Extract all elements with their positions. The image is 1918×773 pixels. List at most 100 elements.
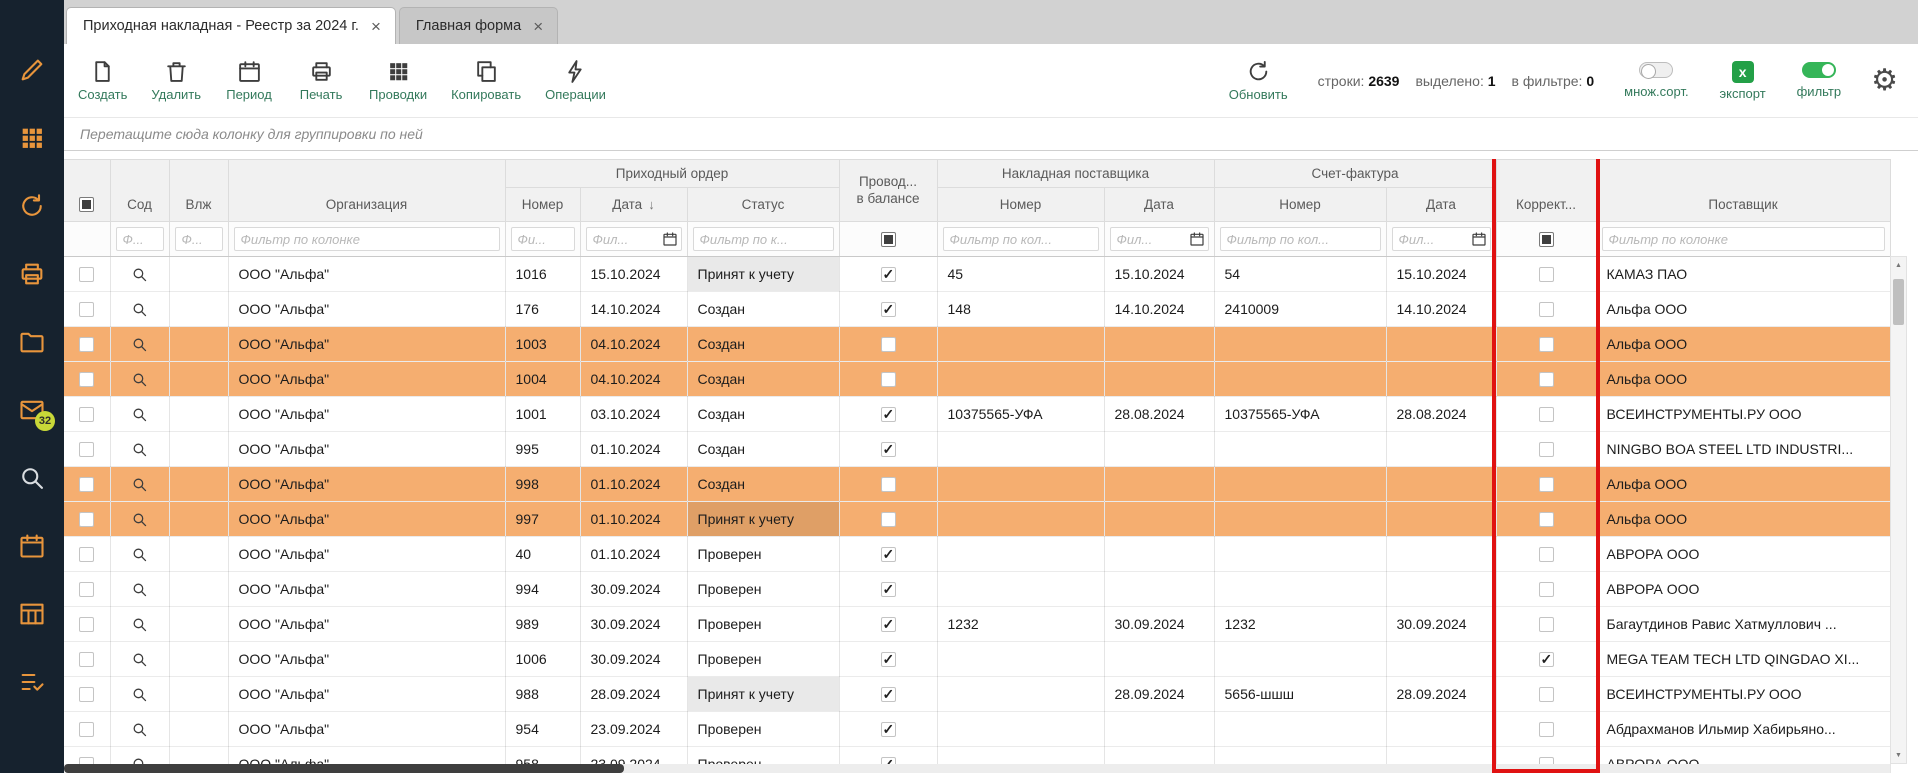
row-select-checkbox[interactable]: [79, 302, 94, 317]
column-header-in-balance[interactable]: Провод...в балансе: [839, 160, 937, 222]
group-by-bar[interactable]: Перетащите сюда колонку для группировки …: [64, 117, 1918, 151]
magnifier-icon[interactable]: [111, 546, 169, 563]
group-header-vat-invoice[interactable]: Счет-фактура: [1214, 160, 1496, 188]
sync-icon[interactable]: [18, 192, 46, 220]
vertical-scrollbar[interactable]: ▲ ▼: [1890, 256, 1907, 764]
in-balance-checkbox[interactable]: [881, 267, 896, 282]
correction-checkbox[interactable]: [1539, 372, 1554, 387]
correction-checkbox[interactable]: [1539, 547, 1554, 562]
operations-button[interactable]: Операции: [545, 59, 606, 102]
correction-checkbox[interactable]: [1539, 267, 1554, 282]
row-select-checkbox[interactable]: [79, 582, 94, 597]
mail-icon[interactable]: 32: [18, 396, 46, 424]
row-select-checkbox[interactable]: [79, 372, 94, 387]
refresh-button[interactable]: Обновить: [1229, 59, 1288, 102]
table-row[interactable]: ООО "Альфа"17614.10.2024Создан14814.10.2…: [64, 292, 1890, 327]
row-select-checkbox[interactable]: [79, 512, 94, 527]
magnifier-icon[interactable]: [111, 686, 169, 703]
table-row[interactable]: ООО "Альфа"4001.10.2024ПроверенАВРОРА ОО…: [64, 537, 1890, 572]
magnifier-icon[interactable]: [111, 266, 169, 283]
correction-checkbox[interactable]: [1539, 442, 1554, 457]
correction-checkbox[interactable]: [1539, 722, 1554, 737]
in-balance-checkbox[interactable]: [881, 477, 896, 492]
correction-checkbox[interactable]: [1539, 617, 1554, 632]
scroll-down-icon[interactable]: ▼: [1891, 747, 1906, 763]
column-header-supplier[interactable]: Поставщик: [1596, 160, 1890, 222]
row-select-checkbox[interactable]: [79, 337, 94, 352]
folder-icon[interactable]: [18, 328, 46, 356]
filter-organization-input[interactable]: [234, 227, 500, 251]
magnifier-icon[interactable]: [111, 301, 169, 318]
scroll-up-icon[interactable]: ▲: [1891, 257, 1906, 273]
tab[interactable]: Главная форма×: [399, 7, 558, 44]
row-select-checkbox[interactable]: [79, 267, 94, 282]
input-calendar-icon[interactable]: [1189, 231, 1205, 247]
correction-checkbox[interactable]: [1539, 512, 1554, 527]
multisort-toggle[interactable]: множ.сорт.: [1624, 62, 1688, 99]
balance-filter-checkbox[interactable]: [881, 232, 896, 247]
row-select-checkbox[interactable]: [79, 722, 94, 737]
column-header-sod[interactable]: Сод: [110, 160, 169, 222]
filter-number-input[interactable]: [511, 227, 575, 251]
correction-filter-checkbox[interactable]: [1539, 232, 1554, 247]
close-tab-icon[interactable]: ×: [533, 18, 543, 35]
print-button[interactable]: Печать: [297, 59, 345, 102]
in-balance-checkbox[interactable]: [881, 302, 896, 317]
table-row[interactable]: ООО "Альфа"99430.09.2024ПроверенАВРОРА О…: [64, 572, 1890, 607]
in-balance-checkbox[interactable]: [881, 652, 896, 667]
correction-checkbox[interactable]: [1539, 302, 1554, 317]
magnifier-icon[interactable]: [111, 441, 169, 458]
correction-checkbox[interactable]: [1539, 477, 1554, 492]
table-row[interactable]: ООО "Альфа"100630.09.2024ПроверенMEGA TE…: [64, 642, 1890, 677]
select-all-checkbox[interactable]: [79, 197, 94, 212]
table-row[interactable]: ООО "Альфа"100404.10.2024СозданАльфа ООО: [64, 362, 1890, 397]
in-balance-checkbox[interactable]: [881, 372, 896, 387]
correction-checkbox[interactable]: [1539, 652, 1554, 667]
correction-checkbox[interactable]: [1539, 582, 1554, 597]
magnifier-icon[interactable]: [111, 721, 169, 738]
magnifier-icon[interactable]: [111, 651, 169, 668]
table-row[interactable]: ООО "Альфа"99501.10.2024СозданNINGBO BOA…: [64, 432, 1890, 467]
row-select-checkbox[interactable]: [79, 407, 94, 422]
group-header-supplier-invoice[interactable]: Накладная поставщика: [937, 160, 1214, 188]
table-row[interactable]: ООО "Альфа"98930.09.2024Проверен123230.0…: [64, 607, 1890, 642]
checklist-icon[interactable]: [18, 668, 46, 696]
horizontal-scroll-thumb[interactable]: [64, 764, 624, 773]
table-row[interactable]: ООО "Альфа"95423.09.2024ПроверенАбдрахма…: [64, 712, 1890, 747]
column-header-invoice-date[interactable]: Дата: [1386, 188, 1496, 222]
magnifier-icon[interactable]: [111, 371, 169, 388]
export-button[interactable]: x экспорт: [1719, 61, 1767, 101]
table-row[interactable]: ООО "Альфа"98828.09.2024Принят к учету28…: [64, 677, 1890, 712]
in-balance-checkbox[interactable]: [881, 582, 896, 597]
in-balance-checkbox[interactable]: [881, 512, 896, 527]
table-row[interactable]: ООО "Альфа"99801.10.2024СозданАльфа ООО: [64, 467, 1890, 502]
magnifier-icon[interactable]: [111, 616, 169, 633]
create-button[interactable]: Создать: [78, 59, 127, 102]
magnifier-icon[interactable]: [111, 336, 169, 353]
filter-sod-input[interactable]: [116, 227, 164, 251]
row-select-checkbox[interactable]: [79, 687, 94, 702]
filter-toggle[interactable]: фильтр: [1797, 62, 1841, 99]
filter-invoice-number-input[interactable]: [1220, 227, 1381, 251]
filter-vlz-input[interactable]: [175, 227, 223, 251]
input-calendar-icon[interactable]: [662, 231, 678, 247]
settings-gear-icon[interactable]: ⚙: [1871, 66, 1898, 96]
column-header-number[interactable]: Номер: [505, 188, 580, 222]
correction-checkbox[interactable]: [1539, 687, 1554, 702]
copy-button[interactable]: Копировать: [451, 59, 521, 102]
filter-supplier-input[interactable]: [1602, 227, 1885, 251]
calendar-icon[interactable]: [18, 532, 46, 560]
row-select-checkbox[interactable]: [79, 477, 94, 492]
table-row[interactable]: ООО "Альфа"100304.10.2024СозданАльфа ООО: [64, 327, 1890, 362]
row-select-checkbox[interactable]: [79, 442, 94, 457]
in-balance-checkbox[interactable]: [881, 442, 896, 457]
table-edit-icon[interactable]: [18, 600, 46, 628]
group-header-receipt-order[interactable]: Приходный ордер: [505, 160, 839, 188]
correction-checkbox[interactable]: [1539, 407, 1554, 422]
filter-supplier-doc-number-input[interactable]: [943, 227, 1099, 251]
vertical-scroll-thumb[interactable]: [1893, 279, 1904, 325]
in-balance-checkbox[interactable]: [881, 617, 896, 632]
column-header-organization[interactable]: Организация: [228, 160, 505, 222]
magnifier-icon[interactable]: [111, 406, 169, 423]
column-header-date[interactable]: Дата↓: [580, 188, 687, 222]
